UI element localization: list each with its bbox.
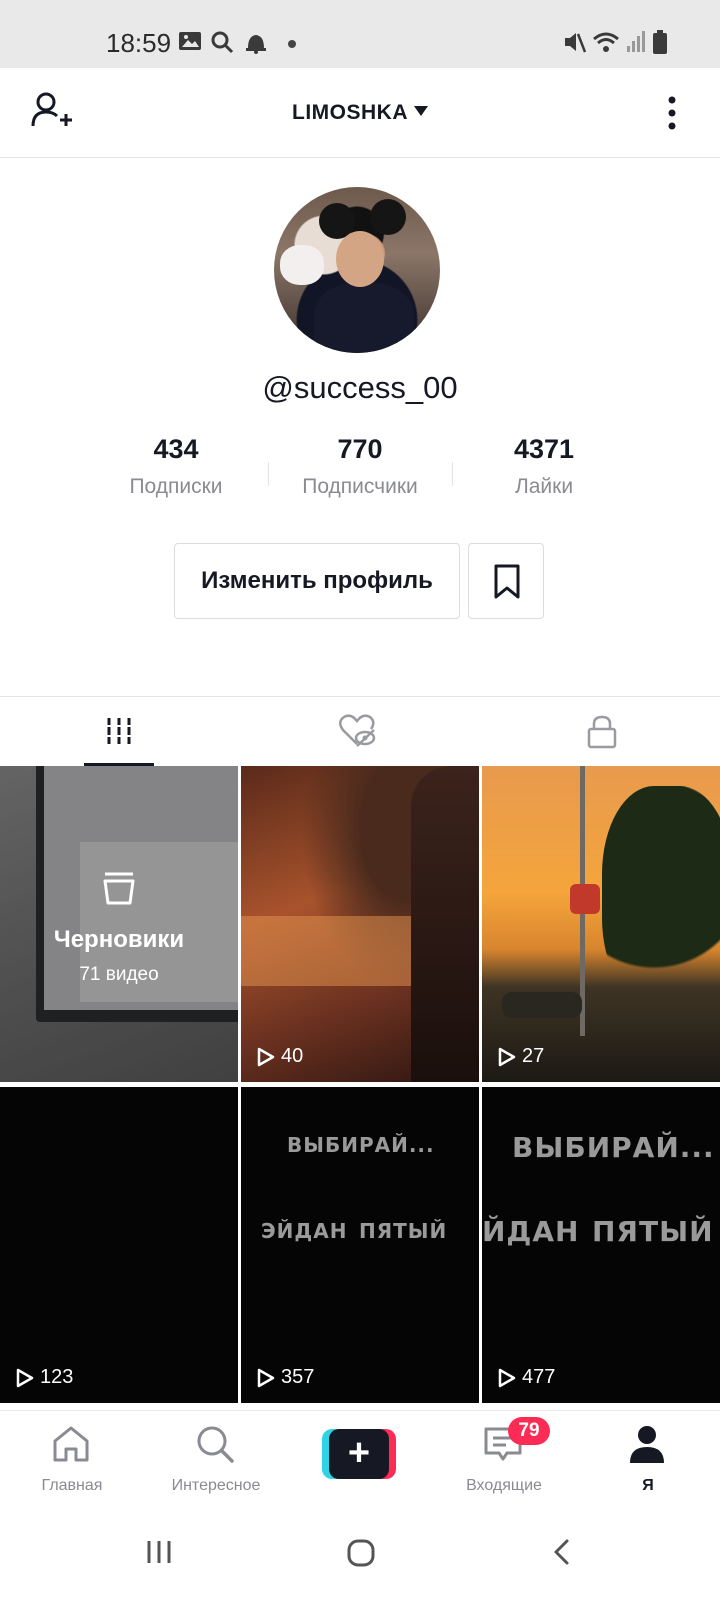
edit-profile-button[interactable]: Изменить профиль xyxy=(174,543,460,619)
status-bar: 18:59 xyxy=(0,0,720,68)
profile-header: LIMOSHKA xyxy=(0,68,720,158)
back-icon[interactable] xyxy=(552,1538,572,1566)
drafts-tile[interactable]: Черновики 71 видео xyxy=(0,766,238,1082)
content-tabs xyxy=(0,696,720,767)
nav-label: Входящие xyxy=(466,1477,542,1494)
stat-value: 434 xyxy=(153,434,199,464)
divider xyxy=(452,462,453,486)
create-button[interactable]: + xyxy=(322,1429,396,1479)
liked-hidden-icon xyxy=(339,714,376,747)
image-icon xyxy=(178,30,202,57)
video-caption: ВЫБИРАЙ... xyxy=(287,1133,435,1157)
nav-label: Главная xyxy=(41,1477,103,1494)
view-count: 357 xyxy=(257,1366,314,1389)
search-icon xyxy=(210,30,234,59)
view-count: 123 xyxy=(16,1366,73,1389)
stat-followers[interactable]: 770 Подписчики xyxy=(270,434,450,499)
trash-icon xyxy=(101,868,137,911)
play-icon xyxy=(16,1368,34,1387)
stat-label: Подписки xyxy=(129,475,223,498)
drafts-title: Черновики xyxy=(53,926,185,953)
stat-value: 4371 xyxy=(513,434,575,464)
account-switcher[interactable]: LIMOSHKA xyxy=(0,101,720,125)
grid-icon xyxy=(106,718,132,744)
tab-private[interactable] xyxy=(480,697,720,767)
username: @success_00 xyxy=(262,370,458,405)
view-count: 40 xyxy=(257,1045,303,1068)
recents-icon[interactable] xyxy=(145,1538,173,1566)
play-icon xyxy=(257,1047,275,1066)
stat-likes[interactable]: 4371 Лайки xyxy=(454,434,634,499)
battery-icon xyxy=(652,30,668,59)
view-count: 27 xyxy=(498,1045,544,1068)
avatar[interactable] xyxy=(274,187,440,353)
status-time: 18:59 xyxy=(106,28,172,58)
nav-profile[interactable]: Я xyxy=(576,1411,720,1513)
play-icon xyxy=(257,1368,275,1387)
system-navigation xyxy=(0,1512,720,1600)
play-icon xyxy=(498,1047,516,1066)
nav-inbox[interactable]: Входящие xyxy=(432,1411,576,1513)
video-caption: ЙДАН xyxy=(482,1215,580,1248)
bottom-navigation: Главная Интересное + Входящие 79 Я xyxy=(0,1410,720,1512)
nav-home[interactable]: Главная xyxy=(0,1411,144,1513)
stat-label: Подписчики xyxy=(302,475,418,498)
inbox-badge: 79 xyxy=(508,1417,550,1445)
favorites-button[interactable] xyxy=(468,543,544,619)
tab-videos[interactable] xyxy=(0,697,240,767)
tab-liked[interactable] xyxy=(240,697,480,767)
nav-label: Я xyxy=(642,1477,654,1494)
nav-label: Интересное xyxy=(171,1477,261,1494)
video-caption: ЭЙДАН xyxy=(261,1219,348,1243)
home-icon xyxy=(53,1426,89,1462)
video-caption: ПЯТЫЙ xyxy=(359,1219,448,1243)
video-tile[interactable]: 27 xyxy=(482,766,720,1082)
video-caption: ПЯТЫЙ xyxy=(592,1215,714,1248)
stat-label: Лайки xyxy=(514,475,574,498)
more-vertical-icon[interactable] xyxy=(668,96,676,135)
video-tile[interactable]: 123 xyxy=(0,1087,238,1403)
wifi-icon xyxy=(592,30,620,59)
nav-discover[interactable]: Интересное xyxy=(144,1411,288,1513)
notification-dot-icon xyxy=(288,40,296,48)
signal-icon xyxy=(626,30,646,57)
video-tile[interactable]: 40 xyxy=(241,766,479,1082)
mute-icon xyxy=(562,30,587,59)
divider xyxy=(268,462,269,486)
drafts-count: 71 видео xyxy=(79,964,159,985)
plus-icon: + xyxy=(329,1429,389,1479)
profile-icon xyxy=(630,1426,664,1463)
lock-icon xyxy=(587,715,617,749)
stat-value: 770 xyxy=(337,434,383,464)
bookmark-icon xyxy=(494,564,520,599)
search-icon xyxy=(197,1426,234,1463)
alarm-icon xyxy=(243,30,269,59)
home-circle-icon[interactable] xyxy=(346,1538,376,1568)
play-icon xyxy=(498,1368,516,1387)
account-name: LIMOSHKA xyxy=(292,101,408,124)
video-tile[interactable]: ВЫБИРАЙ... ЙДАН ПЯТЫЙ 477 xyxy=(482,1087,720,1403)
view-count: 477 xyxy=(498,1366,555,1389)
video-tile[interactable]: ВЫБИРАЙ... ЭЙДАН ПЯТЫЙ 357 xyxy=(241,1087,479,1403)
stat-following[interactable]: 434 Подписки xyxy=(86,434,266,499)
caret-down-icon xyxy=(414,106,428,116)
video-caption: ВЫБИРАЙ... xyxy=(512,1131,715,1164)
